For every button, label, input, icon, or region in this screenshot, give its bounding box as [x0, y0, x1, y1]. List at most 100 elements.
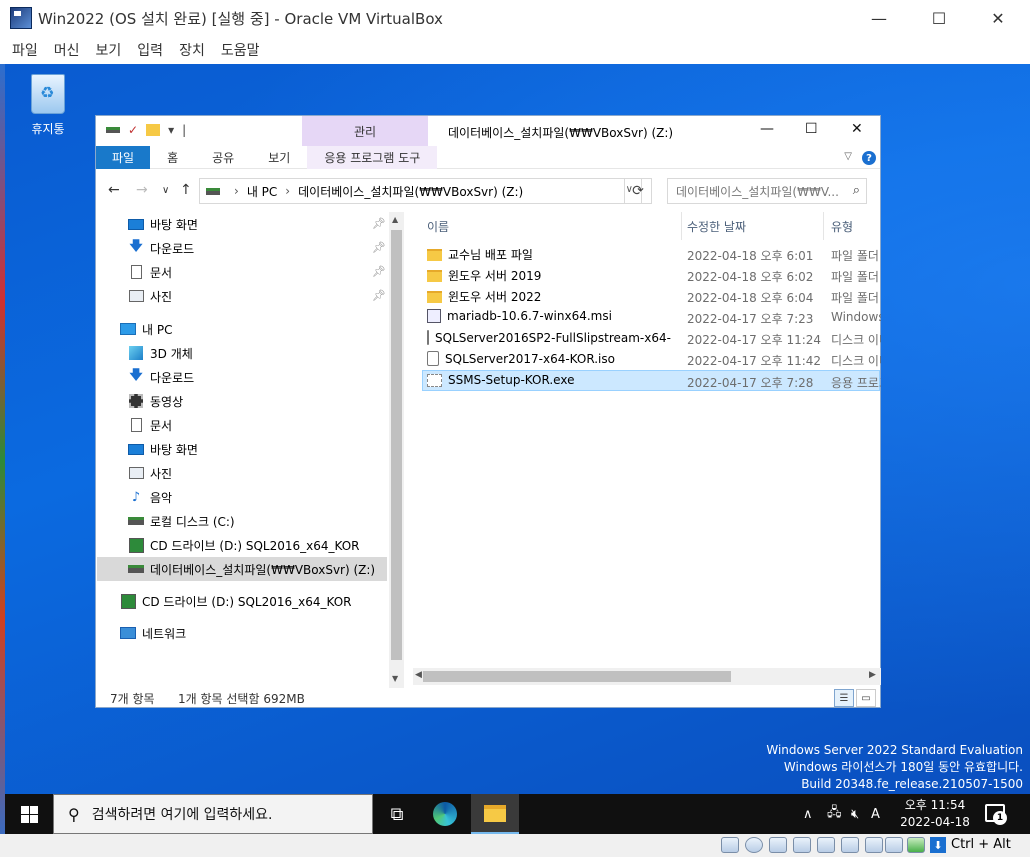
pin-icon[interactable]: 📌︎ [372, 241, 386, 254]
file-explorer-taskbar-button[interactable] [471, 794, 519, 834]
nav-network-drive-z[interactable]: 데이터베이스_설치파일(₩₩VBoxSvr) (Z:) [97, 557, 387, 581]
new-folder-icon[interactable] [146, 124, 161, 136]
file-row[interactable]: mariadb-10.6.7-winx64.msi 2022-04-17 오후 … [423, 307, 881, 328]
file-list-horizontal-scrollbar[interactable]: ◀ ▶ [413, 668, 881, 685]
taskbar-search-input[interactable]: ⚲ 검색하려면 여기에 입력하세요. [53, 794, 373, 834]
start-button[interactable] [5, 794, 53, 834]
mouse-integration-status-icon[interactable] [907, 837, 925, 853]
file-row[interactable]: SQLServer2016SP2-FullSlipstream-x64-KOR.… [423, 328, 881, 349]
vbox-minimize-button[interactable]: — [856, 0, 902, 36]
column-divider[interactable] [823, 212, 824, 240]
show-hidden-icons-chevron[interactable]: ∧ [803, 794, 813, 834]
column-divider[interactable] [681, 212, 682, 240]
scroll-left-icon[interactable]: ◀ [415, 670, 422, 680]
column-header-modified[interactable]: 수정한 날짜 [687, 212, 746, 240]
vbox-menu-devices[interactable]: 장치 [179, 40, 205, 60]
language-indicator-icon[interactable]: A [871, 794, 880, 834]
scrollbar-thumb[interactable] [391, 230, 402, 660]
nav-local-disk-c[interactable]: 로컬 디스크 (C:) [128, 509, 235, 533]
nav-cd-drive-root[interactable]: CD 드라이브 (D:) SQL2016_x64_KOR [120, 589, 352, 613]
nav-pictures[interactable]: 사진 [128, 461, 172, 485]
large-icons-view-icon[interactable]: ▭ [856, 689, 876, 707]
up-arrow-icon[interactable]: ↑ [180, 182, 192, 198]
vbox-maximize-button[interactable]: ☐ [916, 0, 962, 36]
pin-icon[interactable]: 📌︎ [372, 217, 386, 230]
task-view-icon[interactable]: ⧉ [373, 794, 421, 834]
toolbar-separator: | [182, 123, 187, 137]
network-tray-icon[interactable]: 🖧 [827, 794, 842, 834]
taskbar-clock[interactable]: 오후 11:54 2022-04-18 [895, 797, 975, 831]
breadcrumb-this-pc[interactable]: 내 PC [247, 183, 277, 200]
shared-folders-status-icon[interactable] [841, 837, 859, 853]
scroll-up-icon[interactable]: ▲ [392, 215, 398, 224]
file-row[interactable]: 윈도우 서버 2019 2022-04-18 오후 6:02 파일 폴더 [423, 265, 881, 286]
ribbon-expand-icon[interactable]: ▽ [844, 151, 852, 162]
breadcrumb-current[interactable]: 데이터베이스_설치파일(₩₩VBoxSvr) (Z:) [298, 183, 523, 200]
tab-share[interactable]: 공유 [195, 146, 251, 169]
explorer-minimize-button[interactable]: — [760, 121, 774, 137]
column-header-type[interactable]: 유형 [831, 212, 853, 240]
scroll-right-icon[interactable]: ▶ [869, 670, 876, 680]
vbox-menu-input[interactable]: 입력 [137, 40, 163, 60]
audio-status-icon[interactable] [769, 837, 787, 853]
nav-pane-scrollbar[interactable]: ▲ ▼ [389, 212, 404, 688]
file-row-selected[interactable]: SSMS-Setup-KOR.exe 2022-04-17 오후 7:28 응용… [422, 370, 881, 391]
network-status-icon[interactable] [793, 837, 811, 853]
usb-status-icon[interactable] [817, 837, 835, 853]
tab-view[interactable]: 보기 [251, 146, 307, 169]
scroll-down-icon[interactable]: ▼ [392, 674, 398, 683]
back-arrow-icon[interactable]: ← [108, 182, 120, 198]
refresh-button[interactable]: ⟳ [624, 178, 652, 204]
file-row[interactable]: 교수님 배포 파일 2022-04-18 오후 6:01 파일 폴더 [423, 244, 881, 265]
nav-videos[interactable]: 동영상 [128, 389, 183, 413]
file-row[interactable]: 윈도우 서버 2022 2022-04-18 오후 6:04 파일 폴더 [423, 286, 881, 307]
customize-toolbar-icon[interactable]: ▾ [168, 123, 174, 137]
nav-quick-desktop[interactable]: 바탕 화면 [128, 212, 198, 236]
nav-documents[interactable]: 문서 [128, 413, 172, 437]
display-status-icon[interactable] [865, 837, 883, 853]
vbox-menu-machine[interactable]: 머신 [54, 40, 80, 60]
recycle-bin-shortcut[interactable]: 휴지통 [23, 74, 73, 137]
optical-drive-status-icon[interactable] [745, 837, 763, 853]
forward-arrow-icon[interactable]: → [136, 182, 148, 198]
manage-context-tab[interactable]: 관리 [302, 116, 428, 146]
nav-this-pc[interactable]: 내 PC [120, 317, 172, 341]
volume-muted-icon[interactable]: 🔇︎ [851, 794, 859, 834]
nav-desktop[interactable]: 바탕 화면 [128, 437, 198, 461]
help-icon[interactable]: ? [862, 151, 876, 165]
nav-downloads[interactable]: 🡇 다운로드 [128, 365, 194, 389]
hard-disk-status-icon[interactable] [721, 837, 739, 853]
nav-music[interactable]: ♪ 음악 [128, 485, 172, 509]
explorer-close-button[interactable]: ✕ [851, 121, 863, 137]
search-icon: ⚲ [68, 804, 80, 824]
tab-file[interactable]: 파일 [96, 146, 151, 169]
nav-3d-objects[interactable]: 3D 개체 [128, 341, 193, 365]
pin-icon[interactable]: 📌︎ [372, 265, 386, 278]
vbox-menu-view[interactable]: 보기 [96, 40, 122, 60]
search-input[interactable]: 데이터베이스_설치파일(₩₩V... ⌕ [667, 178, 867, 204]
scrollbar-thumb[interactable] [423, 671, 731, 682]
nav-network[interactable]: 네트워크 [120, 621, 186, 645]
tab-home[interactable]: 홈 [150, 146, 195, 169]
nav-cd-drive-d[interactable]: CD 드라이브 (D:) SQL2016_x64_KOR [128, 533, 360, 557]
edge-browser-button[interactable] [421, 794, 469, 834]
nav-quick-documents[interactable]: 문서 [128, 260, 172, 284]
tab-application-tools[interactable]: 응용 프로그램 도구 [307, 146, 438, 169]
details-view-icon[interactable]: ☰ [834, 689, 854, 707]
address-bar[interactable]: › 내 PC › 데이터베이스_설치파일(₩₩VBoxSvr) (Z:) ∨ [199, 178, 642, 204]
properties-icon[interactable]: ✓ [128, 123, 138, 137]
explorer-maximize-button[interactable]: ☐ [805, 121, 818, 137]
nav-quick-downloads[interactable]: 🡇 다운로드 [128, 236, 194, 260]
nav-quick-pictures[interactable]: 사진 [128, 284, 172, 308]
pin-icon[interactable]: 📌︎ [372, 289, 386, 302]
column-header-name[interactable]: 이름 [427, 212, 449, 240]
network-drive-icon [128, 565, 144, 573]
recording-status-icon[interactable] [885, 837, 903, 853]
file-row[interactable]: SQLServer2017-x64-KOR.iso 2022-04-17 오후 … [423, 349, 881, 370]
notification-center-icon[interactable]: 1 [985, 804, 1007, 825]
recent-locations-chevron-icon[interactable]: ∨ [162, 185, 169, 196]
vbox-menu-help[interactable]: 도움말 [221, 40, 260, 60]
file-date: 2022-04-17 오후 7:23 [687, 312, 814, 326]
vbox-menu-file[interactable]: 파일 [12, 40, 38, 60]
vbox-close-button[interactable]: ✕ [975, 0, 1021, 36]
